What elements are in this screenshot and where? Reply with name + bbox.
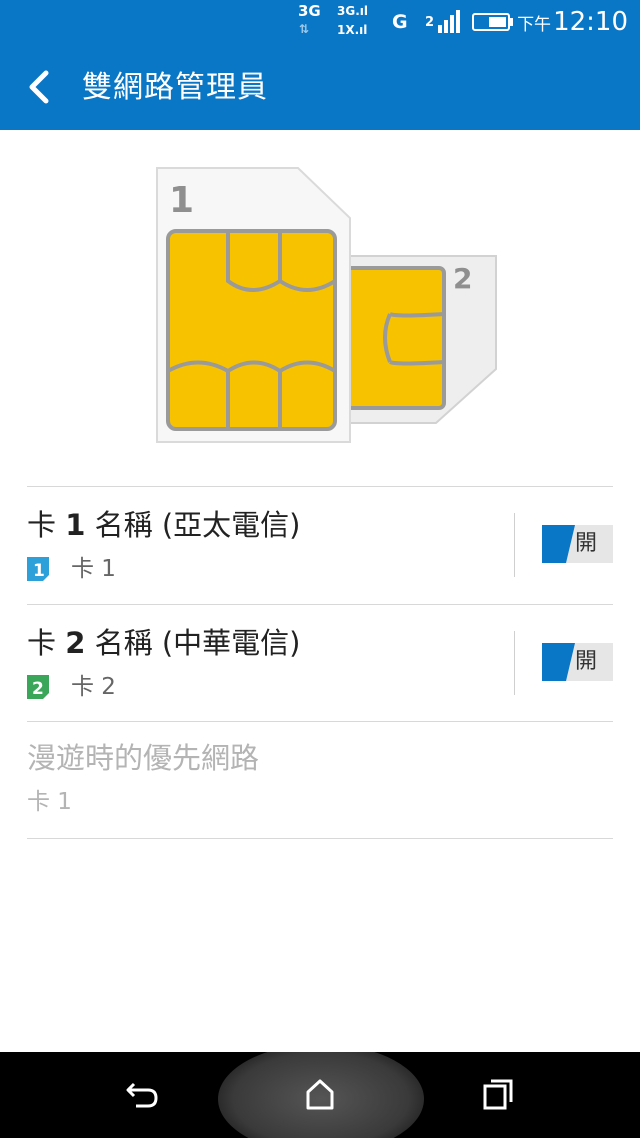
sim1-number: 1 — [169, 180, 194, 221]
roaming-subtitle: 卡 1 — [27, 789, 72, 815]
page-title: 雙網路管理員 — [82, 70, 268, 105]
sim2-badge-digit: 2 — [32, 679, 44, 699]
home-icon[interactable] — [300, 1074, 340, 1114]
sim1-title-number: 1 — [65, 508, 86, 542]
toggle-on-indicator — [542, 643, 575, 681]
sim1-name-title: 卡 1 名稱 (亞太電信) — [27, 507, 300, 543]
back-arrow-icon[interactable] — [22, 66, 58, 108]
navigation-bar — [0, 1052, 640, 1138]
sim-card-1: 1 — [156, 167, 351, 443]
signal-bars-icon — [438, 10, 460, 33]
clock: 下午12:10 — [517, 6, 628, 41]
sim2-indicator: 2 — [425, 15, 435, 30]
status-bar: 3G ⇅ 3G.ıl 1X.ıl G 2 下午12:10 — [0, 0, 640, 44]
network-3g-label: 3G — [298, 2, 321, 20]
recents-icon[interactable] — [478, 1074, 518, 1114]
vertical-separator — [514, 513, 515, 577]
network-1x-label: 1X.ıl — [337, 23, 368, 37]
sim2-subtitle: 卡 2 — [71, 674, 116, 700]
roaming-title: 漫遊時的優先網路 — [27, 741, 260, 775]
sim1-title-suffix: 名稱 (亞太電信) — [85, 508, 301, 542]
dual-sim-illustration: 2 1 — [156, 167, 497, 443]
sim2-name-title: 卡 2 名稱 (中華電信) — [27, 625, 300, 661]
sim1-settings-row[interactable]: 卡 1 名稱 (亞太電信) 1 卡 1 開 — [27, 487, 613, 604]
network-g-label: G — [392, 11, 408, 33]
clock-ampm: 下午 — [517, 15, 552, 35]
sim1-subtitle: 卡 1 — [71, 556, 116, 582]
network-3g-small-label: 3G.ıl — [337, 4, 368, 18]
roaming-preferred-network-row[interactable]: 漫遊時的優先網路 卡 1 — [27, 722, 613, 838]
sim2-badge-icon: 2 — [27, 675, 49, 699]
sim1-toggle[interactable]: 開 — [542, 525, 613, 563]
sim2-toggle[interactable]: 開 — [542, 643, 613, 681]
app-bar: 雙網路管理員 — [0, 44, 640, 130]
sim1-toggle-label: 開 — [575, 531, 598, 556]
vertical-separator — [514, 631, 515, 695]
toggle-on-indicator — [542, 525, 575, 563]
sim2-toggle-label: 開 — [575, 649, 598, 674]
divider — [27, 838, 613, 839]
sim1-badge-icon: 1 — [27, 557, 49, 581]
sim2-title-prefix: 卡 — [27, 626, 66, 660]
data-activity-icon: ⇅ — [299, 22, 310, 36]
sim1-title-prefix: 卡 — [27, 508, 66, 542]
sim2-title-suffix: 名稱 (中華電信) — [85, 626, 301, 660]
sim2-number: 2 — [453, 262, 472, 295]
sim-card-2: 2 — [342, 255, 497, 424]
battery-icon — [472, 13, 513, 31]
sim1-badge-digit: 1 — [33, 561, 45, 581]
sim2-title-number: 2 — [65, 626, 86, 660]
back-icon[interactable] — [122, 1074, 162, 1114]
sim2-settings-row[interactable]: 卡 2 名稱 (中華電信) 2 卡 2 開 — [27, 605, 613, 721]
clock-time: 12:10 — [553, 7, 628, 37]
